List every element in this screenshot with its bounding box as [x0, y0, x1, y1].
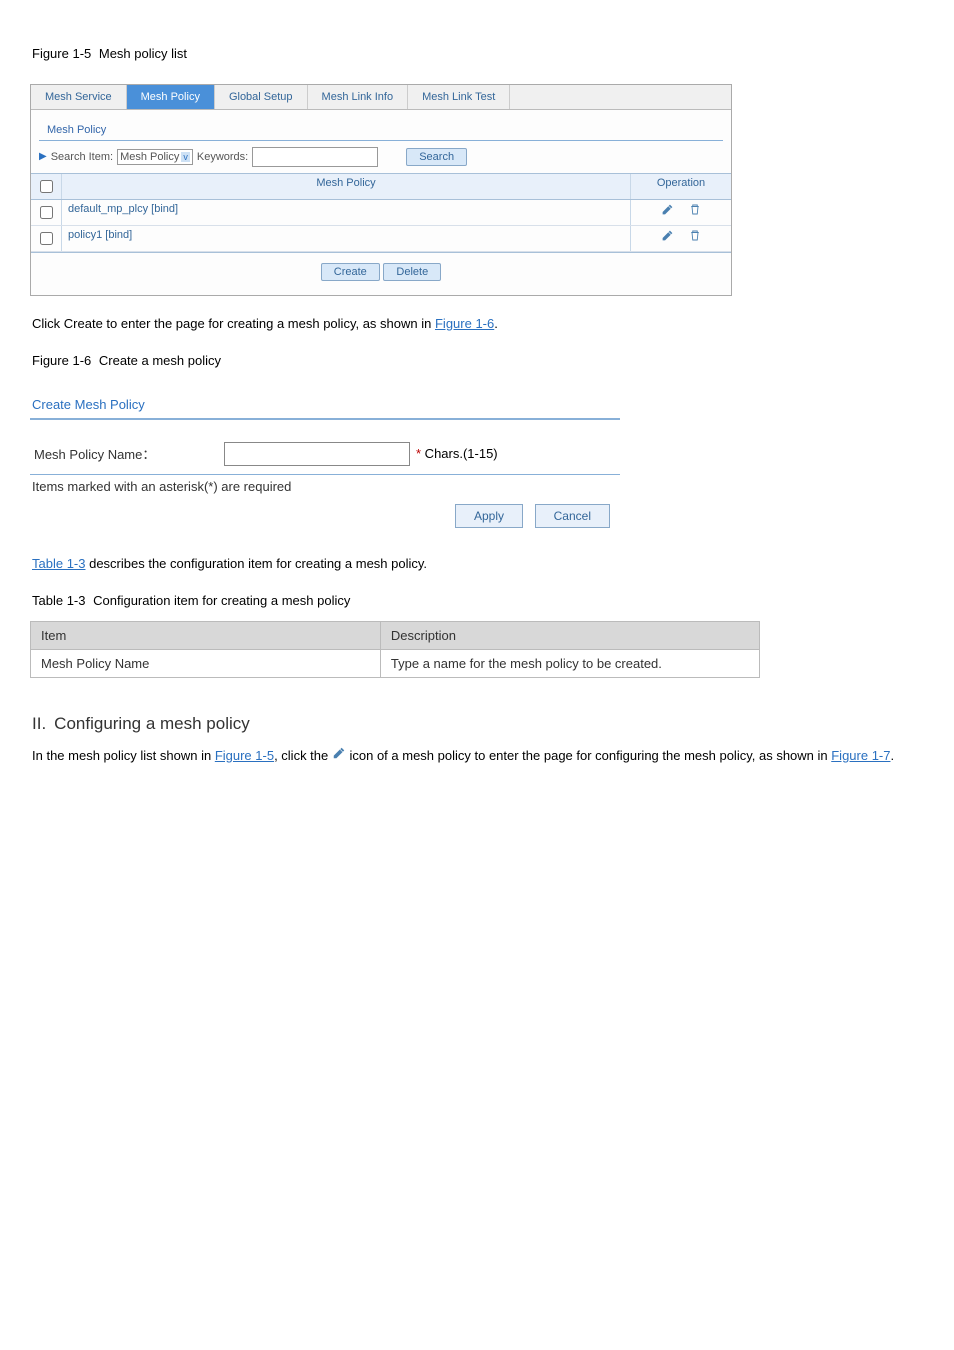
mesh-policy-name-label: Mesh Policy Name： — [30, 444, 224, 463]
fig1-title: Mesh policy list — [99, 46, 187, 61]
table-col-item: Item — [31, 621, 381, 649]
edit-icon — [332, 744, 346, 769]
mesh-policy-panel: Mesh Service Mesh Policy Global Setup Me… — [30, 84, 732, 296]
search-button[interactable]: Search — [406, 148, 467, 166]
tab-global-setup[interactable]: Global Setup — [215, 85, 308, 109]
table-cell-item: Mesh Policy Name — [31, 649, 381, 677]
delete-icon[interactable] — [689, 207, 701, 219]
panel-subhead: Mesh Policy — [39, 110, 723, 141]
create-mesh-policy-panel: Create Mesh Policy Mesh Policy Name： * C… — [30, 391, 620, 528]
keywords-label: Keywords: — [197, 151, 248, 163]
form-row: Mesh Policy Name： * Chars.(1-15) — [30, 420, 620, 475]
table-col-desc: Description — [380, 621, 759, 649]
search-item-value: Mesh Policy — [120, 151, 179, 163]
fig2-ref-link[interactable]: Figure 1-6 — [435, 316, 494, 331]
create-button[interactable]: Create — [321, 263, 380, 281]
keywords-input[interactable] — [252, 147, 378, 167]
select-all-checkbox[interactable] — [40, 180, 53, 193]
delete-icon[interactable] — [689, 233, 701, 245]
search-item-label: Search Item: — [51, 151, 113, 163]
grid-header: Mesh Policy Operation — [31, 174, 731, 200]
edit-icon[interactable] — [661, 207, 677, 219]
step-create-text: Click Create to enter the page for creat… — [32, 314, 934, 334]
table1-intro: Table 1-3 describes the configuration it… — [32, 554, 934, 574]
table-row: default_mp_plcy [bind] — [31, 200, 731, 226]
section-body: In the mesh policy list shown in Figure … — [32, 744, 934, 769]
row-checkbox[interactable] — [40, 232, 53, 245]
cancel-button[interactable]: Cancel — [535, 504, 610, 528]
grid-button-row: Create Delete — [31, 253, 731, 295]
section-heading: II. Configuring a mesh policy — [32, 714, 934, 734]
heading-title: Configuring a mesh policy — [54, 714, 250, 733]
table-row: policy1 [bind] — [31, 226, 731, 252]
tab-bar: Mesh Service Mesh Policy Global Setup Me… — [31, 85, 731, 110]
fig2-title: Create a mesh policy — [99, 353, 221, 368]
row-checkbox[interactable] — [40, 206, 53, 219]
search-row: ▶ Search Item: Mesh Policy v Keywords: S… — [31, 141, 731, 173]
fig1-caption: Figure 1-5 Mesh policy list — [32, 44, 934, 64]
form-hint: * Chars.(1-15) — [416, 446, 498, 461]
tab-mesh-policy[interactable]: Mesh Policy — [127, 85, 215, 109]
col-mesh-policy: Mesh Policy — [62, 174, 631, 199]
create-panel-title: Create Mesh Policy — [30, 391, 620, 420]
form-button-row: Apply Cancel — [30, 504, 620, 528]
tab-mesh-service[interactable]: Mesh Service — [31, 85, 127, 109]
required-note: Items marked with an asterisk(*) are req… — [30, 475, 620, 504]
table1-caption: Table 1-3 Configuration item for creatin… — [32, 591, 934, 611]
fig17-ref-link[interactable]: Figure 1-7 — [831, 748, 890, 763]
arrow-icon: ▶ — [39, 151, 47, 162]
apply-button[interactable]: Apply — [455, 504, 523, 528]
fig2-caption: Figure 1-6 Create a mesh policy — [32, 351, 934, 371]
policy-grid: Mesh Policy Operation default_mp_plcy [b… — [31, 173, 731, 253]
col-operation: Operation — [631, 174, 731, 199]
tab-mesh-link-info[interactable]: Mesh Link Info — [308, 85, 409, 109]
search-item-select[interactable]: Mesh Policy v — [117, 149, 193, 165]
fig1-ref-link[interactable]: Figure 1-5 — [215, 748, 274, 763]
heading-num: II. — [32, 714, 46, 733]
table-cell-desc: Type a name for the mesh policy to be cr… — [380, 649, 759, 677]
row-name[interactable]: policy1 [bind] — [62, 226, 631, 251]
table1-title: Configuration item for creating a mesh p… — [93, 593, 350, 608]
table1-label: Table 1-3 — [32, 593, 85, 608]
chevron-down-icon: v — [181, 152, 190, 162]
row-name[interactable]: default_mp_plcy [bind] — [62, 200, 631, 225]
fig1-label: Figure 1-5 — [32, 46, 91, 61]
tab-mesh-link-test[interactable]: Mesh Link Test — [408, 85, 510, 109]
table1-ref-link[interactable]: Table 1-3 — [32, 556, 85, 571]
edit-icon[interactable] — [661, 233, 677, 245]
fig2-label: Figure 1-6 — [32, 353, 91, 368]
mesh-policy-name-input[interactable] — [224, 442, 410, 466]
config-item-table: Item Description Mesh Policy Name Type a… — [30, 621, 760, 678]
delete-button[interactable]: Delete — [383, 263, 441, 281]
